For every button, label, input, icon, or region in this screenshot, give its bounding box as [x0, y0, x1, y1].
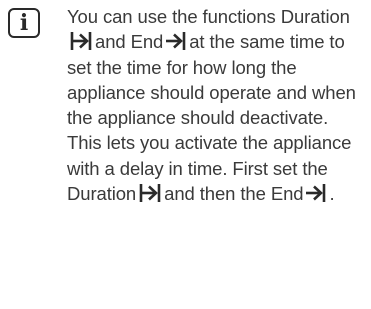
note-text-segment: and then the End: [164, 183, 304, 205]
note-text-segment: You can use the functions Duration: [67, 6, 350, 27]
note-text-segment: at the same time to set the time for how…: [67, 31, 356, 205]
info-note-text: You can use the functions Duration and En…: [67, 4, 365, 206]
end-time-icon: [306, 183, 326, 203]
duration-icon: [139, 183, 161, 203]
info-icon: i: [8, 8, 40, 38]
note-text-segment: .: [329, 183, 335, 205]
end-time-icon: [166, 31, 186, 51]
note-text-segment: and End: [95, 31, 164, 53]
duration-icon: [70, 31, 92, 51]
